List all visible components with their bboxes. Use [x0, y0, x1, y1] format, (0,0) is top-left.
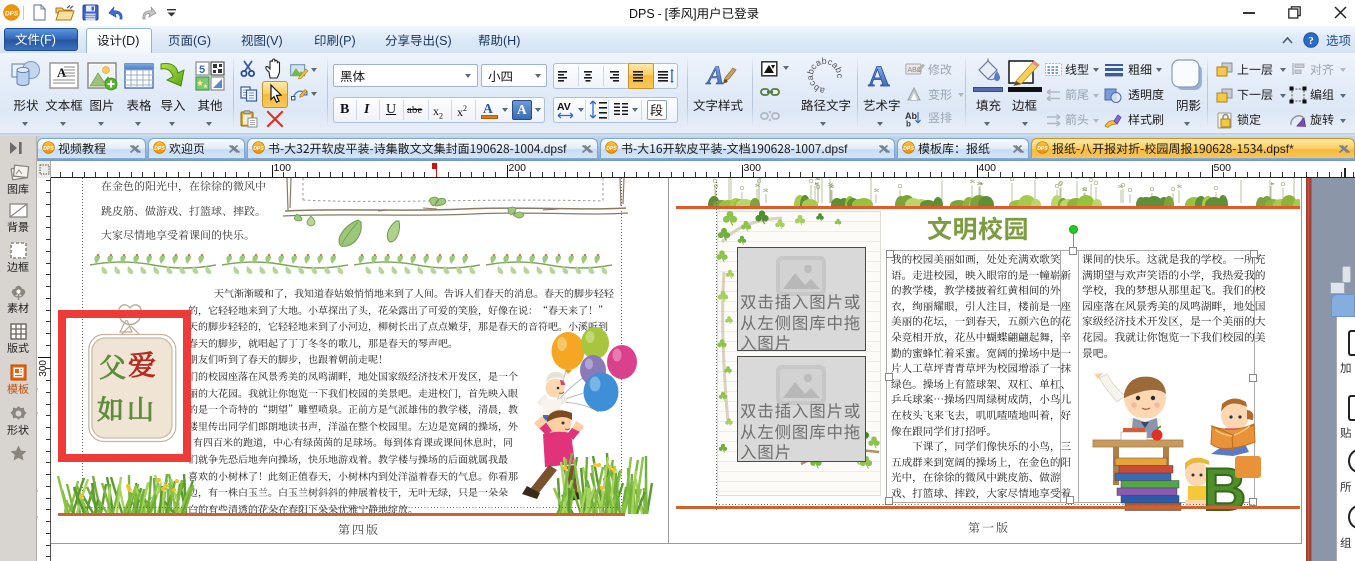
svg-text:AV: AV [557, 101, 571, 113]
svg-text:DPS: DPS [154, 146, 165, 152]
svg-text:b: b [906, 120, 911, 129]
svg-text:A: A [868, 60, 890, 93]
svg-text:DPS: DPS [253, 146, 264, 152]
svg-text:DPS: DPS [903, 146, 914, 152]
svg-text:DPS: DPS [5, 11, 19, 18]
svg-text:?: ? [1308, 35, 1314, 47]
svg-text:abcabcabcabc: abcabcabcabc [805, 56, 845, 96]
svg-text:DPS: DPS [606, 146, 617, 152]
svg-text:DPS: DPS [43, 146, 54, 152]
svg-text:A: A [705, 61, 724, 90]
svg-text:5: 5 [199, 64, 205, 76]
svg-text:DPS: DPS [1037, 146, 1048, 152]
